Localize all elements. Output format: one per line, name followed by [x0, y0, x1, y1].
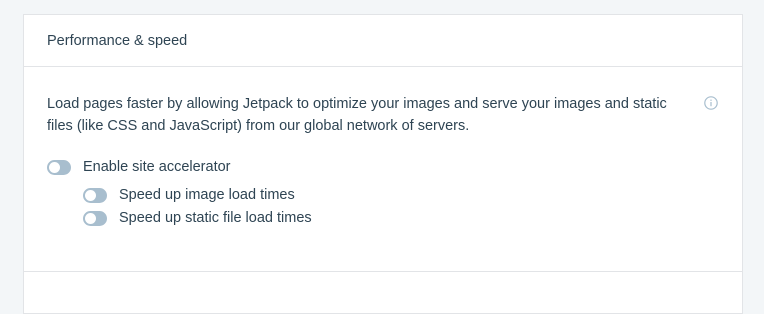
image-speedup-label[interactable]: Speed up image load times: [119, 187, 295, 203]
static-speedup-toggle[interactable]: [83, 210, 107, 226]
static-speedup-label[interactable]: Speed up static file load times: [119, 210, 312, 226]
site-accelerator-toggle-row[interactable]: Enable site accelerator: [47, 159, 231, 175]
card-title: Performance & speed: [47, 32, 188, 49]
site-accelerator-toggle[interactable]: [47, 159, 71, 175]
image-speedup-toggle-row[interactable]: Speed up image load times: [83, 187, 295, 203]
image-speedup-toggle[interactable]: [83, 187, 107, 203]
performance-speed-card: Performance & speed Load pages faster by…: [23, 14, 743, 314]
card-description: Load pages faster by allowing Jetpack to…: [47, 96, 667, 134]
static-speedup-toggle-row[interactable]: Speed up static file load times: [83, 210, 312, 226]
info-icon[interactable]: [704, 96, 718, 110]
site-accelerator-label[interactable]: Enable site accelerator: [83, 159, 231, 175]
card-header: Performance & speed: [24, 15, 742, 67]
